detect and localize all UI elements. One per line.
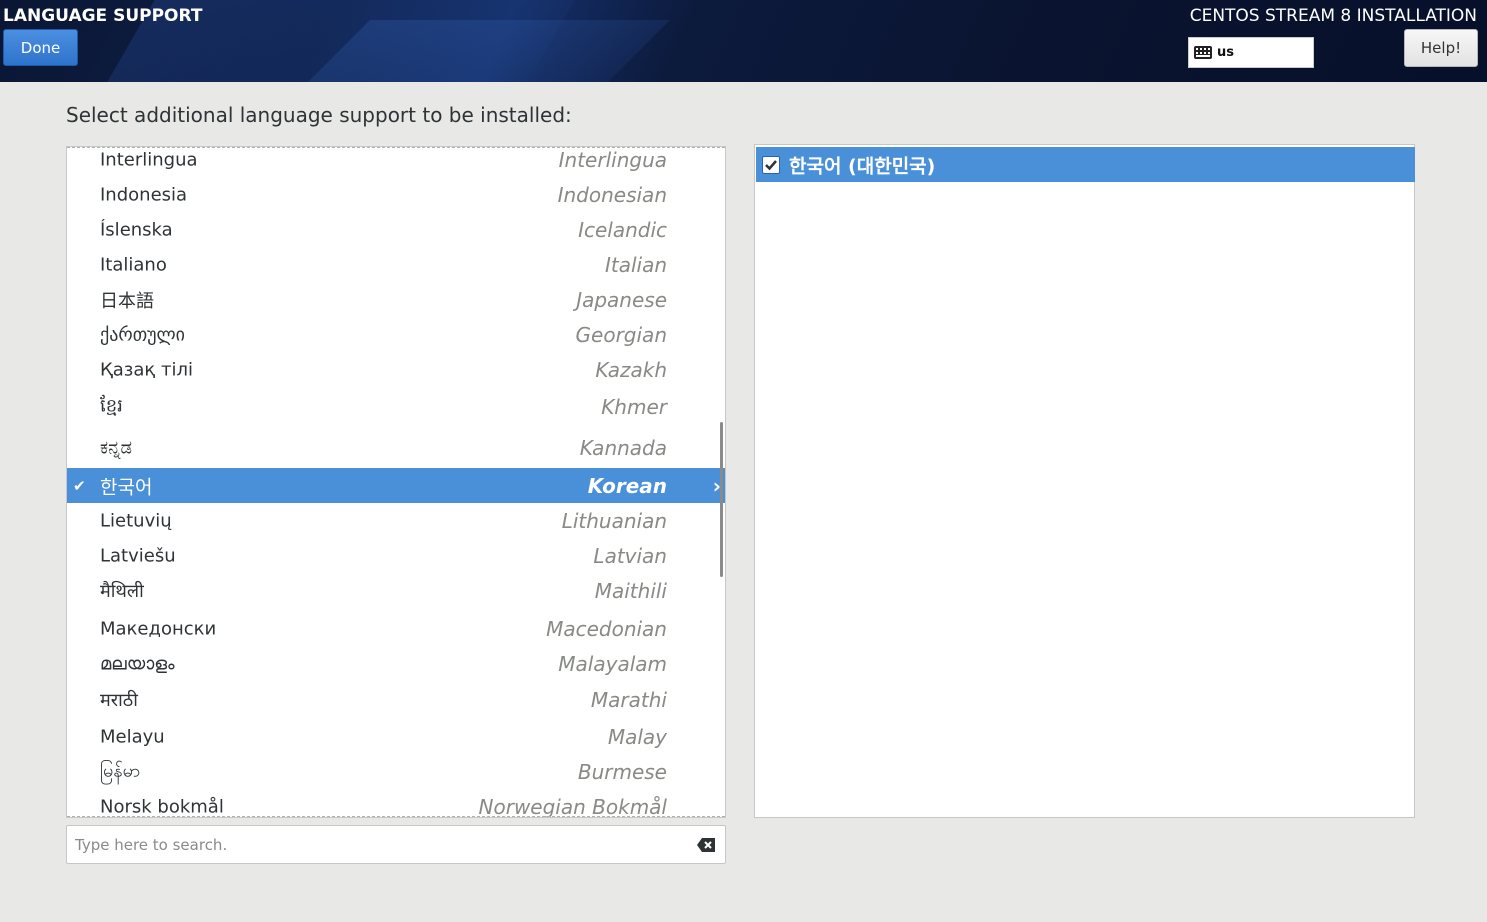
page-prompt: Select additional language support to be… bbox=[66, 103, 572, 127]
language-english-name: Kannada bbox=[579, 435, 667, 460]
locale-row[interactable]: 한국어 (대한민국) bbox=[756, 147, 1415, 182]
clear-search-icon[interactable] bbox=[697, 838, 715, 852]
language-english-name: Kazakh bbox=[595, 357, 667, 382]
language-english-name: Korean bbox=[587, 473, 667, 498]
language-english-name: Marathi bbox=[590, 687, 667, 712]
language-row[interactable]: Latviešu Latvian bbox=[67, 538, 725, 573]
language-english-name: Khmer bbox=[601, 394, 667, 419]
language-row[interactable]: Lietuvių Lithuanian bbox=[67, 503, 725, 538]
done-button[interactable]: Done bbox=[3, 29, 78, 66]
spoke-title: LANGUAGE SUPPORT bbox=[3, 6, 203, 26]
language-english-name: Norwegian Bokmål bbox=[478, 794, 667, 818]
language-list[interactable]: Interlingua Interlingua Indonesia Indonesia… bbox=[66, 146, 726, 818]
language-row[interactable]: Italiano Italian bbox=[67, 247, 725, 282]
language-row[interactable]: 日本語 Japanese bbox=[67, 282, 725, 317]
language-native-name: Íslenska bbox=[100, 219, 173, 240]
language-row[interactable]: Қазақ тілі Kazakh bbox=[67, 352, 725, 387]
language-native-name: Latviešu bbox=[100, 545, 176, 566]
language-row[interactable]: Melayu Malay bbox=[67, 719, 725, 754]
language-english-name: Malay bbox=[607, 724, 667, 749]
language-row[interactable]: ಕನ್ನಡ Kannada bbox=[67, 430, 725, 465]
language-english-name: Icelandic bbox=[578, 217, 667, 242]
checkmark-icon bbox=[765, 160, 777, 171]
language-english-name: Georgian bbox=[575, 322, 667, 347]
language-row[interactable]: Indonesia Indonesian bbox=[67, 177, 725, 212]
language-native-name: Interlingua bbox=[100, 149, 198, 170]
language-row[interactable]: Interlingua Interlingua bbox=[67, 147, 725, 177]
list-scrollbar[interactable] bbox=[720, 422, 723, 577]
search-box[interactable] bbox=[66, 825, 726, 864]
language-native-name: मैथिली bbox=[100, 580, 144, 602]
locale-label: 한국어 (대한민국) bbox=[789, 155, 936, 177]
language-native-name: 日本語 bbox=[100, 290, 154, 312]
language-native-name: Norsk bokmål bbox=[100, 796, 224, 817]
language-native-name: 한국어 bbox=[100, 476, 153, 498]
language-row[interactable]: ខ្មែរ Khmer bbox=[67, 389, 725, 424]
language-english-name: Macedonian bbox=[546, 616, 667, 641]
language-row[interactable]: मैथिली Maithili bbox=[67, 573, 725, 608]
language-native-name: Indonesia bbox=[100, 184, 188, 205]
locale-panel: 한국어 (대한민국) bbox=[754, 144, 1415, 818]
language-english-name: Interlingua bbox=[558, 147, 667, 172]
language-english-name: Malayalam bbox=[558, 651, 667, 676]
keyboard-layout-indicator[interactable]: us bbox=[1188, 37, 1314, 68]
language-native-name: Македонски bbox=[100, 618, 217, 639]
language-row[interactable]: Norsk bokmål Norwegian Bokmål bbox=[67, 789, 725, 818]
language-native-name: ಕನ್ನಡ bbox=[100, 437, 133, 458]
keyboard-icon bbox=[1194, 46, 1212, 59]
language-native-name: മലയാളം bbox=[100, 653, 175, 674]
language-row[interactable]: मराठी Marathi bbox=[67, 682, 725, 717]
language-english-name: Italian bbox=[604, 252, 667, 277]
language-row[interactable]: ✔ 한국어 Korean › bbox=[67, 468, 725, 503]
language-row[interactable]: മലയാളം Malayalam bbox=[67, 646, 725, 681]
language-english-name: Japanese bbox=[576, 287, 667, 312]
locale-checkbox[interactable] bbox=[762, 156, 780, 174]
language-english-name: Lithuanian bbox=[561, 508, 667, 533]
language-native-name: Қазақ тілі bbox=[100, 359, 193, 380]
language-native-name: ខ្មែរ bbox=[100, 395, 123, 416]
language-english-name: Maithili bbox=[594, 578, 667, 603]
language-row[interactable]: Íslenska Icelandic bbox=[67, 212, 725, 247]
language-row[interactable]: ქართული Georgian bbox=[67, 317, 725, 352]
language-row[interactable]: မြန်မာ Burmese bbox=[67, 754, 725, 789]
help-button[interactable]: Help! bbox=[1404, 29, 1478, 67]
language-native-name: မြန်မာ bbox=[100, 760, 141, 781]
language-english-name: Burmese bbox=[577, 759, 667, 784]
search-input[interactable] bbox=[75, 834, 675, 856]
check-icon: ✔ bbox=[73, 476, 86, 495]
product-title: CENTOS STREAM 8 INSTALLATION bbox=[1189, 6, 1477, 26]
language-native-name: मराठी bbox=[100, 689, 138, 711]
language-native-name: ქართული bbox=[100, 324, 185, 345]
language-native-name: Melayu bbox=[100, 726, 165, 747]
header-bar: LANGUAGE SUPPORT Done CENTOS STREAM 8 IN… bbox=[0, 0, 1487, 82]
language-native-name: Lietuvių bbox=[100, 510, 172, 531]
language-english-name: Latvian bbox=[593, 543, 667, 568]
keyboard-layout-label: us bbox=[1217, 45, 1234, 60]
language-native-name: Italiano bbox=[100, 254, 167, 275]
language-row[interactable]: Македонски Macedonian bbox=[67, 611, 725, 646]
language-english-name: Indonesian bbox=[557, 182, 667, 207]
